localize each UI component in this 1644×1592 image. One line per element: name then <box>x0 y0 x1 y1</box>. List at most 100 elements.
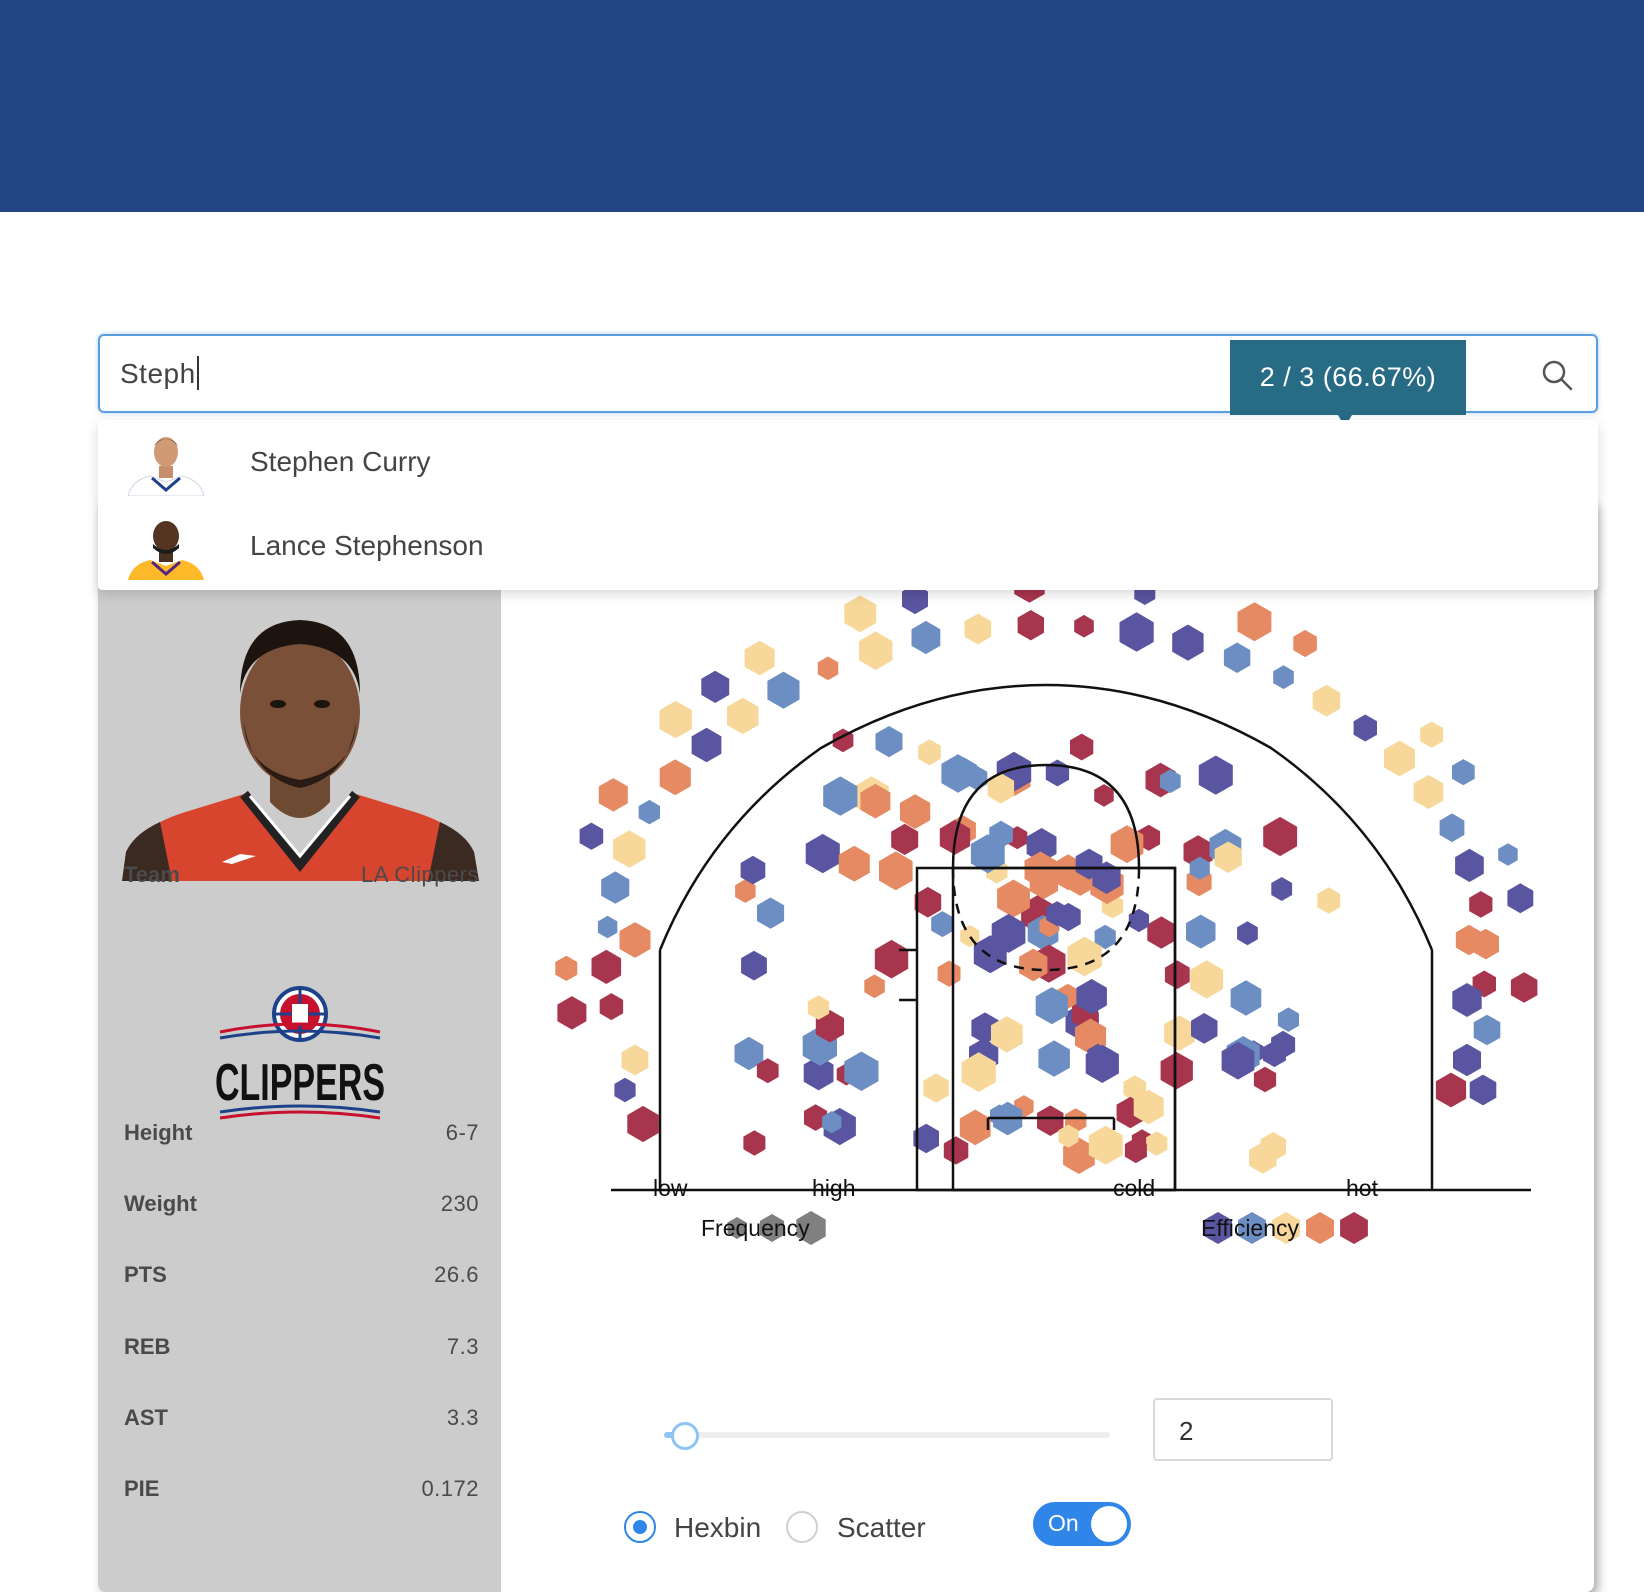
suggestion-stephen-curry[interactable]: Stephen Curry <box>98 420 1598 504</box>
shot-hexbin[interactable] <box>1455 848 1484 882</box>
shot-hexbin[interactable] <box>599 993 624 1021</box>
shot-hexbin[interactable] <box>741 950 767 981</box>
shot-hexbin[interactable] <box>817 656 839 681</box>
shot-hexbin[interactable] <box>1271 877 1293 901</box>
shot-hexbin[interactable] <box>1439 813 1465 843</box>
efficiency-legend-hex[interactable] <box>1340 1212 1368 1244</box>
hexbin-radio[interactable] <box>624 1511 656 1543</box>
shot-hexbin[interactable] <box>1312 684 1341 717</box>
shot-hexbin[interactable] <box>1469 1074 1497 1106</box>
shot-hexbin[interactable] <box>879 851 913 891</box>
shot-hexbin[interactable] <box>638 799 660 825</box>
shot-hexbin[interactable] <box>918 739 941 766</box>
shot-hexbin[interactable] <box>743 1130 766 1156</box>
shot-hexbin[interactable] <box>1453 1043 1481 1077</box>
search-text[interactable]: Steph <box>120 356 199 390</box>
shot-hexbin[interactable] <box>627 1105 659 1143</box>
shot-hexbin[interactable] <box>838 845 870 882</box>
shot-hexbin[interactable] <box>1074 614 1094 638</box>
shot-hexbin[interactable] <box>597 915 618 939</box>
shot-hexbin[interactable] <box>931 911 954 938</box>
efficiency-legend-hex[interactable] <box>1306 1212 1334 1244</box>
shot-hexbin[interactable] <box>1293 629 1317 658</box>
shot-hexbin[interactable] <box>1164 1015 1195 1051</box>
shot-hexbin[interactable] <box>659 759 691 796</box>
bin-size-slider-handle[interactable] <box>671 1422 699 1450</box>
shot-hexbin[interactable] <box>1038 1040 1070 1077</box>
shot-hexbin[interactable] <box>1190 960 1224 999</box>
shot-hexbin[interactable] <box>959 1109 991 1146</box>
shot-hexbin[interactable] <box>1017 610 1044 641</box>
shot-hexbin[interactable] <box>1253 1066 1277 1093</box>
shot-hexbin[interactable] <box>964 613 992 645</box>
hexbin-radio-label[interactable]: Hexbin <box>674 1512 761 1544</box>
shot-hexbin[interactable] <box>1273 665 1294 690</box>
search-icon[interactable] <box>1540 358 1574 392</box>
shot-hexbin[interactable] <box>923 1073 949 1103</box>
shot-hexbin[interactable] <box>1045 759 1070 787</box>
shot-hexbin[interactable] <box>744 640 775 676</box>
shot-hexbin[interactable] <box>1223 642 1251 674</box>
shot-hexbin[interactable] <box>1317 887 1341 914</box>
shot-hexbin[interactable] <box>621 1044 649 1076</box>
shot-hexbin[interactable] <box>727 697 759 735</box>
shot-hexbin[interactable] <box>1237 602 1272 642</box>
shot-hexbin[interactable] <box>1263 816 1298 857</box>
shot-hexbin[interactable] <box>614 1077 636 1103</box>
shot-hexbin[interactable] <box>943 1136 969 1165</box>
shot-hexbin[interactable] <box>875 726 903 758</box>
shot-hexbin[interactable] <box>1353 714 1377 742</box>
shot-hexbin[interactable] <box>937 960 961 987</box>
shot-hexbin[interactable] <box>1510 972 1538 1003</box>
suggestion-lance-stephenson[interactable]: Lance Stephenson <box>98 504 1598 588</box>
shot-hexbin[interactable] <box>767 671 800 709</box>
shot-hexbin[interactable] <box>805 833 840 874</box>
shot-hexbin[interactable] <box>1452 759 1475 786</box>
shot-hexbin[interactable] <box>1164 960 1190 989</box>
shot-hexbin[interactable] <box>844 1051 879 1092</box>
shot-hexbin[interactable] <box>1186 914 1216 949</box>
shot-hexbin[interactable] <box>823 776 858 816</box>
shot-hexbin[interactable] <box>1435 1072 1467 1108</box>
shot-hexbin[interactable] <box>1070 733 1094 761</box>
shot-hexbin[interactable] <box>1420 721 1444 748</box>
shot-hexbin[interactable] <box>874 939 909 979</box>
shot-hexbin[interactable] <box>579 822 604 850</box>
shot-hexbin[interactable] <box>864 974 885 999</box>
shot-hexbin[interactable] <box>1469 891 1493 918</box>
scatter-radio-label[interactable]: Scatter <box>837 1512 926 1544</box>
shot-hexbin[interactable] <box>891 823 919 855</box>
scatter-radio[interactable] <box>786 1511 818 1543</box>
shot-hexbin[interactable] <box>1473 1014 1501 1046</box>
shot-hexbin[interactable] <box>619 922 651 958</box>
shot-hexbin[interactable] <box>1119 612 1154 652</box>
shot-hexbin[interactable] <box>601 871 630 904</box>
shot-hexbin[interactable] <box>1277 1007 1299 1032</box>
bin-size-input[interactable]: 2 <box>1153 1398 1333 1461</box>
bin-size-slider-track[interactable] <box>664 1432 1110 1438</box>
shot-hexbin[interactable] <box>555 955 578 981</box>
shot-hexbin[interactable] <box>1507 883 1534 914</box>
overlay-toggle-switch[interactable]: On <box>1033 1502 1131 1546</box>
shot-hexbin[interactable] <box>1230 980 1262 1016</box>
shot-hexbin[interactable] <box>1128 908 1149 933</box>
shot-hexbin[interactable] <box>844 595 877 633</box>
shot-hexbin[interactable] <box>1198 755 1233 795</box>
shot-hexbin[interactable] <box>591 949 622 984</box>
shot-hexbin[interactable] <box>659 700 692 739</box>
shot-hexbin[interactable] <box>1160 1052 1193 1090</box>
shot-hexbin[interactable] <box>1498 843 1518 866</box>
shot-hexbin[interactable] <box>691 727 722 763</box>
shot-hexbin[interactable] <box>701 670 730 703</box>
shot-hexbin[interactable] <box>1147 916 1176 949</box>
shot-hexbin[interactable] <box>757 897 785 929</box>
shot-hexbin[interactable] <box>1384 740 1415 777</box>
shot-hexbin[interactable] <box>1172 624 1204 661</box>
shot-hexbin[interactable] <box>1413 774 1444 809</box>
shot-hexbin[interactable] <box>613 830 646 868</box>
shot-hexbin[interactable] <box>1237 921 1258 946</box>
shot-hexbin[interactable] <box>859 631 893 670</box>
shot-hexbin[interactable] <box>914 886 942 918</box>
shot-hexbin[interactable] <box>911 620 941 655</box>
shot-hexbin[interactable] <box>598 778 628 812</box>
